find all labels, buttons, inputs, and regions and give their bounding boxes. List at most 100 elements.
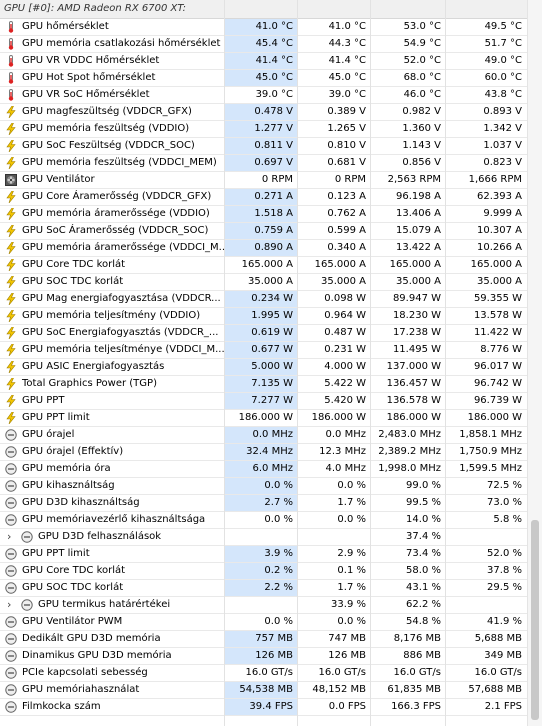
average-value: 13.578 W [473, 310, 522, 321]
sensor-label: GPU Mag energiafogyasztása (VDDCR... [22, 293, 221, 304]
minimum-value: 0.123 A [327, 191, 366, 202]
current-value: 32.4 MHz [225, 444, 297, 460]
sensor-row-gpu-vr-soc-homerseklet[interactable]: GPU VR SoC Hőmérséklet 39.0 °C 39.0 °C 46.0… [0, 87, 542, 104]
current-value: 0.811 V [225, 138, 297, 154]
sensor-row-gpu-memoriahasznalat[interactable]: GPU memóriahasználat 54,538 MB 48,152 MB 61… [0, 682, 542, 699]
sensor-row-gpu-memoria-feszultseg-vddio[interactable]: GPU memória feszültség (VDDIO) 1.277 V 1.2… [0, 121, 542, 138]
sensor-group-gpu-termikus-hatarertekei[interactable]: › GPU termikus határértékei 33.9 % 62.2 % [0, 597, 542, 614]
sensor-row-gpu-memoria-feszultseg-vddci-mem[interactable]: GPU memória feszültség (VDDCI_MEM) 0.697 … [0, 155, 542, 172]
current-value: 0.0 % [264, 616, 293, 627]
sensor-label: GPU VR SoC Hőmérséklet [22, 89, 150, 100]
average-value: 51.7 °C [484, 38, 522, 49]
sensor-row-gpu-memoria-csatlakozasi-homerseklet[interactable]: GPU memória csatlakozási hőmérséklet 45.4… [0, 36, 542, 53]
maximum-value: 2,389.2 MHz [378, 446, 441, 457]
sensor-row-gpu-core-tdc-korlat[interactable]: GPU Core TDC korlát 165.000 A 165.000 A 165… [0, 257, 542, 274]
column-divider [224, 0, 225, 726]
sensor-row-gpu-orajel[interactable]: GPU órajel 0.0 MHz 0.0 MHz 2,483.0 MHz 1,858… [0, 427, 542, 444]
minimum-value: 0.599 A [327, 225, 366, 236]
current-value: 5.000 W [225, 359, 297, 375]
average-value: 49.0 °C [484, 55, 522, 66]
minimum-value: 0.340 A [327, 242, 366, 253]
average-value: 52.0 % [487, 548, 522, 559]
gpu-group-title: GPU [#0]: AMD Radeon RX 6700 XT: [4, 3, 186, 14]
minimum-value: 0.487 W [324, 327, 366, 338]
minimum-value: 4.000 W [324, 361, 366, 372]
current-value: 39.4 FPS [225, 699, 297, 715]
sensor-row-dedikalt-gpu-d3d-memoria[interactable]: Dedikált GPU D3D memória 757 MB 747 MB 8,17… [0, 631, 542, 648]
maximum-value: 13.406 A [395, 208, 441, 219]
sensor-row-gpu-orajel-effektiv[interactable]: GPU órajel (Effektív) 32.4 MHz 12.3 MHz 2,3… [0, 444, 542, 461]
minimum-value: 5.420 W [324, 395, 366, 406]
maximum-value: 96.198 A [395, 191, 441, 202]
average-value: 35.000 A [476, 276, 522, 287]
sensor-row-gpu-memoria-ora[interactable]: GPU memória óra 6.0 MHz 4.0 MHz 1,998.0 MHz… [0, 461, 542, 478]
maximum-value: 13.422 A [395, 242, 441, 253]
sensor-row-filmkocka-szam[interactable]: Filmkocka szám 39.4 FPS 0.0 FPS 166.3 FPS 2.… [0, 699, 542, 716]
sensor-row-gpu-d3d-kihasznaltsag[interactable]: GPU D3D kihasználtság 2.7 % 1.7 % 99.5 % 73.… [0, 495, 542, 512]
sensor-row-gpu-soc-energiafogyasztas-vddcr[interactable]: GPU SoC Energiafogyasztás (VDDCR_... 0.61… [0, 325, 542, 342]
sensor-row-gpu-core-tdc-korlat[interactable]: GPU Core TDC korlát 0.2 % 0.1 % 58.0 % 37.8 … [0, 563, 542, 580]
sensor-group-gpu-d3d-felhasznalasok[interactable]: › GPU D3D felhasználások 37.4 % [0, 529, 542, 546]
average-value: 43.8 °C [484, 89, 522, 100]
gpu-group-header[interactable]: GPU [#0]: AMD Radeon RX 6700 XT: [0, 0, 542, 19]
column-divider [445, 0, 446, 726]
maximum-value: 2,563 RPM [387, 174, 441, 185]
sensor-label: GPU memória teljesítmény (VDDIO) [22, 310, 201, 321]
sensor-label: Dinamikus GPU D3D memória [22, 650, 172, 661]
sensor-row-gpu-ppt-limit[interactable]: GPU PPT limit 186.000 W 186.000 W 186.000 W… [0, 410, 542, 427]
sensor-label: GPU hőmérséklet [22, 21, 109, 32]
maximum-value: 58.0 % [406, 565, 441, 576]
maximum-value: 61,835 MB [387, 684, 441, 695]
sensor-label: GPU Core TDC korlát [22, 565, 126, 576]
vertical-scrollbar[interactable] [527, 0, 542, 726]
sensor-row-gpu-soc-tdc-korlat[interactable]: GPU SOC TDC korlát 35.000 A 35.000 A 35.000… [0, 274, 542, 291]
sensor-row-gpu-kihasznaltsag[interactable]: GPU kihasználtság 0.0 % 0.0 % 99.0 % 72.5 % [0, 478, 542, 495]
current-value: 0.677 W [225, 342, 297, 358]
sensor-row-gpu-soc-feszultseg-vddcr-soc[interactable]: GPU SoC Feszültség (VDDCR_SOC) 0.811 V 0.8… [0, 138, 542, 155]
sensor-row-gpu-asic-energiafogyasztas[interactable]: GPU ASIC Energiafogyasztás 5.000 W 4.000 W… [0, 359, 542, 376]
sensor-label: GPU kihasználtság [22, 480, 115, 491]
minimum-value: 165.000 A [314, 259, 366, 270]
sensor-row-gpu-memoria-teljesitmenye-vddci-m[interactable]: GPU memória teljesítménye (VDDCI_M... 0.6… [0, 342, 542, 359]
maximum-value: 0.856 V [402, 157, 441, 168]
current-value: 1.277 V [225, 121, 297, 137]
sensor-row-gpu-core-aramerosseg-vddcr-gfx[interactable]: GPU Core Áramerősség (VDDCR_GFX) 0.271 A 0… [0, 189, 542, 206]
sensor-row-pcie-kapcsolati-sebesseg[interactable]: PCIe kapcsolati sebesség 16.0 GT/s 16.0 GT… [0, 665, 542, 682]
maximum-value: 99.5 % [406, 497, 441, 508]
sensor-row-gpu-memoriavezerlo-kihasznaltsaga[interactable]: GPU memóriavezérlő kihasználtsága 0.0 % 0.… [0, 512, 542, 529]
minimum-value: 4.0 MHz [325, 463, 366, 474]
average-value: 96.739 W [473, 395, 522, 406]
sensor-row-gpu-hot-spot-homerseklet[interactable]: GPU Hot Spot hőmérséklet 45.0 °C 45.0 °C 68… [0, 70, 542, 87]
sensor-row-gpu-homerseklet[interactable]: GPU hőmérséklet 41.0 °C 41.0 °C 53.0 °C 49.5… [0, 19, 542, 36]
sensor-row-gpu-soc-aramerosseg-vddcr-soc[interactable]: GPU SoC Áramerősség (VDDCR_SOC) 0.759 A 0.… [0, 223, 542, 240]
maximum-value: 886 MB [403, 650, 441, 661]
sensor-row-gpu-soc-tdc-korlat[interactable]: GPU SOC TDC korlát 2.2 % 1.7 % 43.1 % 29.5 % [0, 580, 542, 597]
minimum-value: 1.7 % [337, 497, 366, 508]
maximum-value: 52.0 °C [403, 55, 441, 66]
sensor-row-gpu-vr-vddc-homerseklet[interactable]: GPU VR VDDC Hőmérséklet 41.4 °C 41.4 °C 52.… [0, 53, 542, 70]
maximum-value: 186.000 W [386, 412, 441, 423]
minimum-value: 41.0 °C [328, 21, 366, 32]
current-value: 35.000 A [247, 276, 293, 287]
sensor-row-gpu-ventilator-pwm[interactable]: GPU Ventilátor PWM 0.0 % 0.0 % 54.8 % 41.9 % [0, 614, 542, 631]
sensor-row-gpu-magfeszultseg-vddcr-gfx[interactable]: GPU magfeszültség (VDDCR_GFX) 0.478 V 0.38… [0, 104, 542, 121]
maximum-value: 1.360 V [402, 123, 441, 134]
column-divider [297, 0, 298, 726]
sensor-row-gpu-memoria-aramerossege-vddci-m[interactable]: GPU memória áramerőssége (VDDCI_M... 0.89… [0, 240, 542, 257]
sensor-row-gpu-ventilator[interactable]: GPU Ventilátor 0 RPM 0 RPM 2,563 RPM 1,666 R… [0, 172, 542, 189]
sensor-row-gpu-ppt[interactable]: GPU PPT 7.277 W 5.420 W 136.578 W 96.739 W [0, 393, 542, 410]
current-value: 6.0 MHz [225, 461, 297, 477]
sensor-row-dinamikus-gpu-d3d-memoria[interactable]: Dinamikus GPU D3D memória 126 MB 126 MB 886… [0, 648, 542, 665]
sensor-row-gpu-memoria-aramerossege-vddio[interactable]: GPU memória áramerőssége (VDDIO) 1.518 A 0… [0, 206, 542, 223]
sensor-row-gpu-memoria-teljesitmeny-vddio[interactable]: GPU memória teljesítmény (VDDIO) 1.995 W 0… [0, 308, 542, 325]
sensor-row-gpu-mag-energiafogyasztasa-vddcr[interactable]: GPU Mag energiafogyasztása (VDDCR... 0.23… [0, 291, 542, 308]
sensor-label: GPU D3D felhasználások [38, 531, 162, 542]
maximum-value: 165.000 A [389, 259, 441, 270]
sensor-row-total-graphics-power-tgp[interactable]: Total Graphics Power (TGP) 7.135 W 5.422 W… [0, 376, 542, 393]
minimum-value [298, 529, 370, 545]
sensor-row-gpu-ppt-limit[interactable]: GPU PPT limit 3.9 % 2.9 % 73.4 % 52.0 % [0, 546, 542, 563]
minimum-value: 0.0 % [337, 480, 366, 491]
current-value: 757 MB [225, 631, 297, 647]
scrollbar-thumb[interactable] [531, 520, 539, 720]
minimum-value: 0.810 V [327, 140, 366, 151]
